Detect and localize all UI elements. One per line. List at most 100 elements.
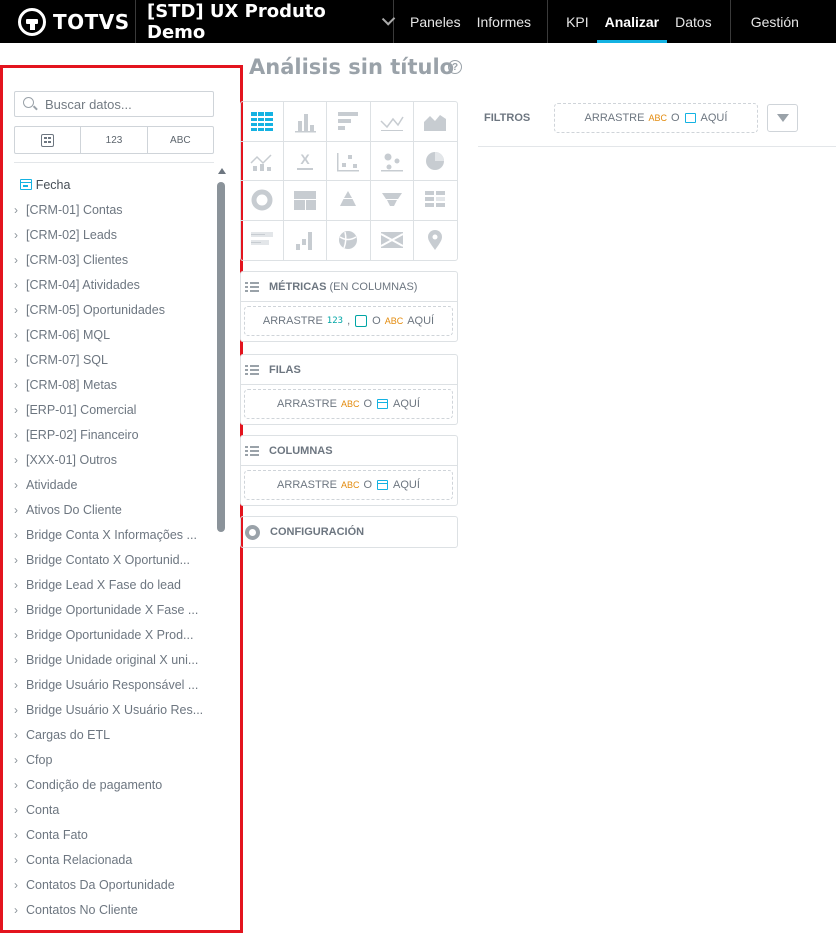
chevron-right-icon: › xyxy=(14,402,18,417)
catalog-item-label: Bridge Lead X Fase do lead xyxy=(26,577,181,592)
columns-dropzone[interactable]: ARRASTRE ABC O AQUÍ xyxy=(244,470,453,500)
nav-datos[interactable]: Datos xyxy=(667,0,720,43)
geo-pushpin-button[interactable] xyxy=(414,221,457,261)
bar-chart-button[interactable] xyxy=(327,102,371,142)
search-input[interactable] xyxy=(45,95,205,113)
scatter-plot-button[interactable] xyxy=(327,141,371,181)
bar-chart-icon xyxy=(338,112,359,131)
donut-chart-button[interactable] xyxy=(241,181,285,221)
catalog-item-label: Condição de pagamento xyxy=(26,777,163,792)
visualization-type-picker: X xyxy=(240,101,458,261)
catalog-item-label: Cargas do ETL xyxy=(26,727,111,742)
column-chart-button[interactable] xyxy=(284,102,328,142)
catalog-date-item[interactable]: Fecha xyxy=(14,172,210,197)
catalog-item[interactable]: › Condição de pagamento xyxy=(14,772,210,797)
catalog-item[interactable]: › [CRM-01] Contas xyxy=(14,197,210,222)
page-title[interactable]: Análisis sin título xyxy=(249,55,454,79)
catalog-item[interactable]: › [CRM-02] Leads xyxy=(14,222,210,247)
catalog-scrollbar[interactable] xyxy=(217,168,227,930)
treemap-button[interactable] xyxy=(284,181,328,221)
project-selector[interactable]: [STD] UX Produto Demo xyxy=(136,0,396,43)
catalog-item[interactable]: › Bridge Usuário X Usuário Res... xyxy=(14,697,210,722)
dropzone-suffix: AQUÍ xyxy=(700,112,728,124)
catalog-item[interactable]: › Cargas do ETL xyxy=(14,722,210,747)
catalog-item[interactable]: › [CRM-05] Oportunidades xyxy=(14,297,210,322)
bubble-chart-button[interactable] xyxy=(370,141,414,181)
table-button[interactable] xyxy=(241,102,285,142)
metrics-dropzone[interactable]: ARRASTRE 123 , O ABC AQUÍ xyxy=(244,306,453,336)
chevron-right-icon: › xyxy=(14,577,18,592)
chevron-right-icon: › xyxy=(14,727,18,742)
chevron-right-icon: › xyxy=(14,552,18,567)
sankey-icon xyxy=(380,232,404,249)
catalog-item[interactable]: › Contatos Da Oportunidade xyxy=(14,872,210,897)
dependency-wheel-button[interactable] xyxy=(327,220,371,260)
pyramid-icon xyxy=(340,191,357,207)
pie-chart-button[interactable] xyxy=(413,142,457,181)
nav-paneles[interactable]: Paneles xyxy=(402,0,469,43)
catalog-item[interactable]: › Cfop xyxy=(14,747,210,772)
waterfall-button[interactable] xyxy=(284,220,328,260)
catalog-item[interactable]: › [ERP-01] Comercial xyxy=(14,397,210,422)
rows-dropzone[interactable]: ARRASTRE ABC O AQUÍ xyxy=(244,389,453,419)
catalog-search[interactable] xyxy=(14,91,214,117)
catalog-item[interactable]: › Bridge Lead X Fase do lead xyxy=(14,572,210,597)
metric-type-badge: 123 xyxy=(326,316,344,326)
catalog-item[interactable]: › [CRM-08] Metas xyxy=(14,372,210,397)
line-chart-button[interactable] xyxy=(370,102,414,142)
sankey-button[interactable] xyxy=(371,220,414,260)
funnel-icon xyxy=(381,193,402,207)
attribute-type-badge: ABC xyxy=(648,113,667,123)
catalog-item[interactable]: › [XXX-01] Outros xyxy=(14,447,210,472)
catalog-item[interactable]: › Bridge Contato X Oportunid... xyxy=(14,547,210,572)
catalog-item[interactable]: › Bridge Oportunidade X Prod... xyxy=(14,622,210,647)
catalog-item[interactable]: › [CRM-03] Clientes xyxy=(14,247,210,272)
chevron-right-icon: › xyxy=(14,277,18,292)
catalog-item[interactable]: › Bridge Conta X Informações ... xyxy=(14,522,210,547)
catalog-item-label: [CRM-06] MQL xyxy=(26,327,111,342)
catalog-item-label: [CRM-05] Oportunidades xyxy=(26,302,165,317)
scrollbar-thumb[interactable] xyxy=(217,182,225,532)
catalog-item[interactable]: › Ativos Do Cliente xyxy=(14,497,210,522)
add-filter-button[interactable] xyxy=(767,104,798,132)
heatmap-button[interactable] xyxy=(413,181,457,221)
catalog-item[interactable]: › Conta xyxy=(14,797,210,822)
catalog-item-label: Cfop xyxy=(26,752,53,767)
catalog-item[interactable]: › [CRM-07] SQL xyxy=(14,347,210,372)
filter-facts-button[interactable]: ABC xyxy=(148,127,213,153)
filters-dropzone[interactable]: ARRASTRE ABC O AQUÍ xyxy=(554,103,758,133)
rows-bucket: FILAS ARRASTRE ABC O AQUÍ xyxy=(240,354,458,425)
calendar-icon xyxy=(20,179,32,190)
nav-kpi[interactable]: KPI xyxy=(558,0,597,43)
chevron-right-icon: › xyxy=(14,852,18,867)
catalog-item[interactable]: › Contatos No Cliente xyxy=(14,897,210,922)
bullet-chart-button[interactable] xyxy=(241,220,285,260)
area-chart-button[interactable] xyxy=(413,102,457,142)
nav-gestion[interactable]: Gestión xyxy=(743,0,807,43)
help-icon[interactable]: ? xyxy=(448,60,462,74)
catalog-item[interactable]: › Bridge Oportunidade X Fase ... xyxy=(14,597,210,622)
brand-logo[interactable]: TOTVS xyxy=(0,0,136,43)
catalog-item[interactable]: › Conta Relacionada xyxy=(14,847,210,872)
filter-attributes-button[interactable] xyxy=(15,127,82,153)
catalog-item[interactable]: › Atividade xyxy=(14,472,210,497)
scroll-up-arrow-icon[interactable] xyxy=(218,168,226,174)
configuration-section[interactable]: CONFIGURACIÓN xyxy=(240,516,458,548)
brand-name: TOTVS xyxy=(53,9,130,34)
dependency-wheel-icon xyxy=(339,231,358,250)
catalog-item[interactable]: › Conta Fato xyxy=(14,822,210,847)
catalog-item-label: [ERP-02] Financeiro xyxy=(26,427,139,442)
filter-metrics-button[interactable]: 123 xyxy=(81,127,148,153)
funnel-button[interactable] xyxy=(370,181,414,221)
nav-analizar[interactable]: Analizar xyxy=(596,0,668,43)
catalog-item[interactable]: › [ERP-02] Financeiro xyxy=(14,422,210,447)
combo-chart-button[interactable] xyxy=(241,141,285,181)
catalog-item[interactable]: › Bridge Usuário Responsável ... xyxy=(14,672,210,697)
catalog-item[interactable]: › [CRM-06] MQL xyxy=(14,322,210,347)
catalog-item[interactable]: › [CRM-04] Atividades xyxy=(14,272,210,297)
nav-informes[interactable]: Informes xyxy=(469,0,539,43)
pyramid-button[interactable] xyxy=(327,181,371,221)
svg-text:X: X xyxy=(301,151,311,167)
catalog-item[interactable]: › Bridge Unidade original X uni... xyxy=(14,647,210,672)
headline-button[interactable]: X xyxy=(284,141,328,181)
